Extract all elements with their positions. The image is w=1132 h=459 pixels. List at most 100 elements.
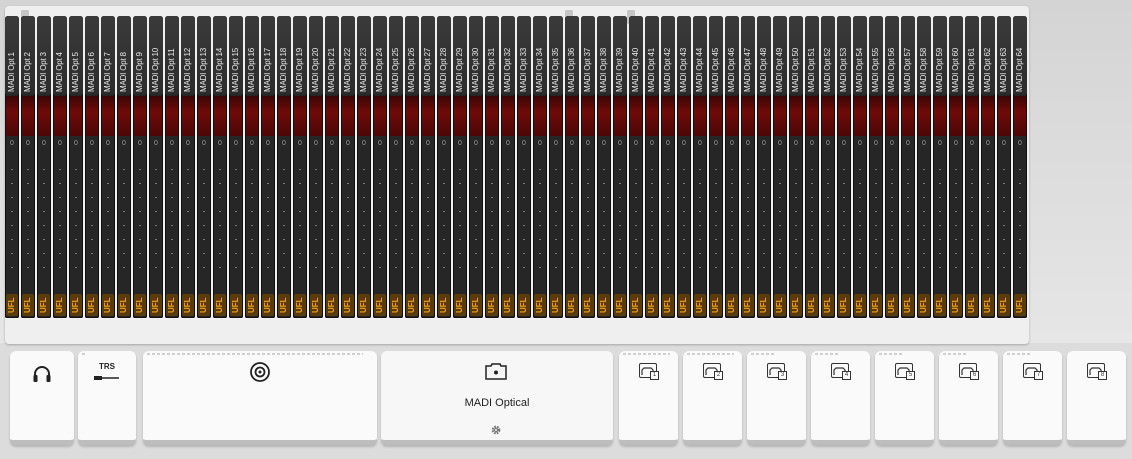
channel-strip[interactable]: MADI Opt 40 0 UFL (629, 16, 643, 318)
channel-footer-label[interactable]: UFL (22, 296, 34, 314)
channel-strip[interactable]: MADI Opt 13 0 UFL (197, 16, 211, 318)
channel-footer-label[interactable]: UFL (758, 296, 770, 314)
channel-strip[interactable]: MADI Opt 7 0 UFL (101, 16, 115, 318)
channel-footer-label[interactable]: UFL (646, 296, 658, 314)
channel-strip[interactable]: MADI Opt 36 0 UFL (565, 16, 579, 318)
channel-footer-label[interactable]: UFL (486, 296, 498, 314)
channel-strip[interactable]: MADI Opt 32 0 UFL (501, 16, 515, 318)
channel-footer-label[interactable]: UFL (678, 296, 690, 314)
channel-footer-label[interactable]: UFL (422, 296, 434, 314)
channel-strip[interactable]: MADI Opt 60 0 UFL (949, 16, 963, 318)
channel-footer-label[interactable]: UFL (310, 296, 322, 314)
channel-strip[interactable]: MADI Opt 22 0 UFL (341, 16, 355, 318)
channel-strip[interactable]: MADI Opt 33 0 UFL (517, 16, 531, 318)
channel-footer-label[interactable]: UFL (950, 296, 962, 314)
channel-footer-label[interactable]: UFL (902, 296, 914, 314)
channel-footer-label[interactable]: UFL (182, 296, 194, 314)
channel-footer-label[interactable]: UFL (150, 296, 162, 314)
channel-footer-label[interactable]: UFL (54, 296, 66, 314)
channel-footer-label[interactable]: UFL (614, 296, 626, 314)
trs-card[interactable]: TRS (78, 351, 136, 445)
channel-strip[interactable]: MADI Opt 58 0 UFL (917, 16, 931, 318)
channel-strip[interactable]: MADI Opt 37 0 UFL (581, 16, 595, 318)
channel-footer-label[interactable]: UFL (630, 296, 642, 314)
channel-strip[interactable]: MADI Opt 59 0 UFL (933, 16, 947, 318)
channel-strip[interactable]: MADI Opt 48 0 UFL (757, 16, 771, 318)
network-port-card[interactable]: 4 (811, 351, 870, 445)
channel-strip[interactable]: MADI Opt 18 0 UFL (277, 16, 291, 318)
channel-strip[interactable]: MADI Opt 11 0 UFL (165, 16, 179, 318)
channel-strip[interactable]: MADI Opt 52 0 UFL (821, 16, 835, 318)
channel-footer-label[interactable]: UFL (134, 296, 146, 314)
channel-strip[interactable]: MADI Opt 1 0 UFL (5, 16, 19, 318)
channel-strip[interactable]: MADI Opt 43 0 UFL (677, 16, 691, 318)
channel-strip[interactable]: MADI Opt 41 0 UFL (645, 16, 659, 318)
channel-footer-label[interactable]: UFL (438, 296, 450, 314)
channel-strip[interactable]: MADI Opt 61 0 UFL (965, 16, 979, 318)
channel-strip[interactable]: MADI Opt 31 0 UFL (485, 16, 499, 318)
channel-footer-label[interactable]: UFL (358, 296, 370, 314)
channel-strip[interactable]: MADI Opt 19 0 UFL (293, 16, 307, 318)
channel-strip[interactable]: MADI Opt 57 0 UFL (901, 16, 915, 318)
channel-footer-label[interactable]: UFL (118, 296, 130, 314)
channel-footer-label[interactable]: UFL (502, 296, 514, 314)
channel-strip[interactable]: MADI Opt 55 0 UFL (869, 16, 883, 318)
channel-footer-label[interactable]: UFL (822, 296, 834, 314)
channel-footer-label[interactable]: UFL (406, 296, 418, 314)
channel-strip[interactable]: MADI Opt 29 0 UFL (453, 16, 467, 318)
channel-footer-label[interactable]: UFL (566, 296, 578, 314)
channel-strip[interactable]: MADI Opt 26 0 UFL (405, 16, 419, 318)
network-port-card[interactable]: 1 (619, 351, 678, 445)
channel-footer-label[interactable]: UFL (198, 296, 210, 314)
channel-footer-label[interactable]: UFL (982, 296, 994, 314)
channel-strip[interactable]: MADI Opt 42 0 UFL (661, 16, 675, 318)
channel-strip[interactable]: MADI Opt 64 0 UFL (1013, 16, 1027, 318)
channel-footer-label[interactable]: UFL (694, 296, 706, 314)
channel-strip[interactable]: MADI Opt 24 0 UFL (373, 16, 387, 318)
channel-strip[interactable]: MADI Opt 63 0 UFL (997, 16, 1011, 318)
channel-strip[interactable]: MADI Opt 44 0 UFL (693, 16, 707, 318)
channel-strip[interactable]: MADI Opt 14 0 UFL (213, 16, 227, 318)
channel-strip[interactable]: MADI Opt 23 0 UFL (357, 16, 371, 318)
channel-strip[interactable]: MADI Opt 2 0 UFL (21, 16, 35, 318)
network-port-card[interactable]: 8 (1067, 351, 1126, 445)
channel-footer-label[interactable]: UFL (806, 296, 818, 314)
network-port-card[interactable]: 7 (1003, 351, 1062, 445)
network-port-card[interactable]: 6 (939, 351, 998, 445)
channel-footer-label[interactable]: UFL (710, 296, 722, 314)
channel-strip[interactable]: MADI Opt 56 0 UFL (885, 16, 899, 318)
channel-strip[interactable]: MADI Opt 25 0 UFL (389, 16, 403, 318)
headphones-card[interactable] (10, 351, 74, 445)
network-port-card[interactable]: 3 (747, 351, 806, 445)
channel-strip[interactable]: MADI Opt 20 0 UFL (309, 16, 323, 318)
channel-footer-label[interactable]: UFL (278, 296, 290, 314)
channel-strip[interactable]: MADI Opt 39 0 UFL (613, 16, 627, 318)
channel-strip[interactable]: MADI Opt 3 0 UFL (37, 16, 51, 318)
channel-footer-label[interactable]: UFL (294, 296, 306, 314)
channel-strip[interactable]: MADI Opt 9 0 UFL (133, 16, 147, 318)
channel-strip[interactable]: MADI Opt 34 0 UFL (533, 16, 547, 318)
coax-card[interactable] (143, 351, 377, 445)
channel-strip[interactable]: MADI Opt 38 0 UFL (597, 16, 611, 318)
channel-footer-label[interactable]: UFL (662, 296, 674, 314)
channel-footer-label[interactable]: UFL (854, 296, 866, 314)
channel-footer-label[interactable]: UFL (86, 296, 98, 314)
channel-footer-label[interactable]: UFL (214, 296, 226, 314)
channel-strip[interactable]: MADI Opt 47 0 UFL (741, 16, 755, 318)
channel-strip[interactable]: MADI Opt 6 0 UFL (85, 16, 99, 318)
channel-footer-label[interactable]: UFL (934, 296, 946, 314)
channel-footer-label[interactable]: UFL (838, 296, 850, 314)
channel-footer-label[interactable]: UFL (246, 296, 258, 314)
channel-footer-label[interactable]: UFL (870, 296, 882, 314)
channel-strip[interactable]: MADI Opt 53 0 UFL (837, 16, 851, 318)
channel-footer-label[interactable]: UFL (374, 296, 386, 314)
channel-footer-label[interactable]: UFL (998, 296, 1010, 314)
channel-strip[interactable]: MADI Opt 16 0 UFL (245, 16, 259, 318)
channel-strip[interactable]: MADI Opt 28 0 UFL (437, 16, 451, 318)
channel-strip[interactable]: MADI Opt 49 0 UFL (773, 16, 787, 318)
channel-footer-label[interactable]: UFL (774, 296, 786, 314)
channel-strip[interactable]: MADI Opt 51 0 UFL (805, 16, 819, 318)
channel-strip[interactable]: MADI Opt 5 0 UFL (69, 16, 83, 318)
gear-icon[interactable] (490, 424, 502, 436)
channel-footer-label[interactable]: UFL (230, 296, 242, 314)
